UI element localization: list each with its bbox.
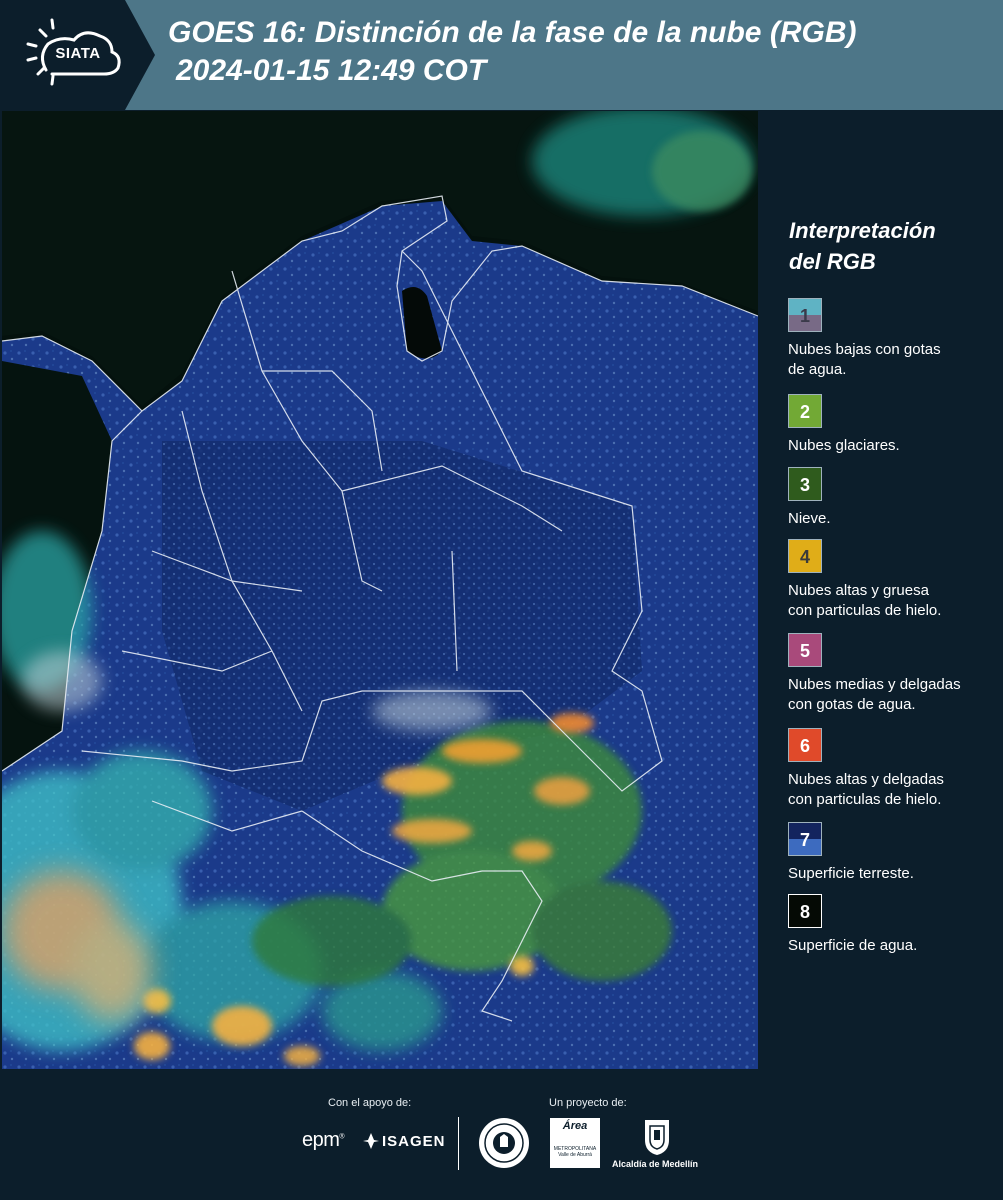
footer-divider — [458, 1117, 459, 1170]
legend-number-5: 5 — [799, 641, 810, 661]
legend-number-4: 4 — [799, 547, 810, 567]
legend-label-1b: de agua. — [788, 361, 847, 378]
legend-title-line2: del RGB — [789, 249, 876, 274]
legend-label-8a: Superficie de agua. — [788, 937, 918, 954]
legend-swatch-7: 7 — [788, 822, 822, 856]
legend-label-2: Nubes glaciares. — [788, 436, 998, 456]
area-metropolitana-logo: Área METROPOLITANA Valle de Aburrá — [550, 1118, 600, 1168]
siata-logo-text: SIATA — [55, 45, 101, 62]
legend-item-4: 4 Nubes altas y gruesa con particulas de… — [788, 539, 998, 621]
medellin-shield-icon — [645, 1120, 669, 1155]
siata-logo: SIATA — [0, 0, 155, 110]
legend-number-8: 8 — [799, 902, 810, 922]
legend-swatch-5: 5 — [788, 633, 822, 667]
footer-sponsors: Con el apoyo de: Un proyecto de: epm® IS… — [0, 1070, 1003, 1200]
legend-item-8: 8 Superficie de agua. — [788, 894, 998, 956]
legend-item-5: 5 Nubes medias y delgadas con gotas de a… — [788, 633, 998, 715]
legend-number-6: 6 — [799, 736, 810, 756]
header-banner: SIATA GOES 16: Distinción de la fase de … — [0, 0, 1003, 110]
legend-number-7: 7 — [799, 830, 810, 850]
legend-label-7: Superficie terreste. — [788, 864, 998, 884]
title-timestamp: 2024-01-15 12:49 COT — [176, 54, 487, 87]
legend-label-5a: Nubes medias y delgadas — [788, 676, 961, 693]
legend-label-4a: Nubes altas y gruesa — [788, 582, 929, 599]
legend-label-2a: Nubes glaciares. — [788, 437, 900, 454]
legend-swatch-3: 3 — [788, 467, 822, 501]
legend-swatch-6: 6 — [788, 728, 822, 762]
legend-label-5: Nubes medias y delgadas con gotas de agu… — [788, 675, 998, 715]
satellite-rgb-map — [2, 111, 758, 1069]
epm-logo: epm® — [302, 1129, 345, 1151]
alcaldia-medellin-logo: Alcaldía de Medellín — [612, 1159, 699, 1169]
legend-label-5b: con gotas de agua. — [788, 696, 916, 713]
legend-panel: Interpretación del RGB 1 Nubes bajas con… — [760, 111, 1003, 1069]
legend-item-2: 2 Nubes glaciares. — [788, 394, 998, 456]
isagen-logo-icon — [363, 1133, 379, 1149]
page-title: GOES 16: Distinción de la fase de la nub… — [168, 14, 856, 90]
legend-label-6a: Nubes altas y delgadas — [788, 771, 944, 788]
legend-label-3a: Nieve. — [788, 510, 831, 527]
legend-swatch-4: 4 — [788, 539, 822, 573]
legend-label-8: Superficie de agua. — [788, 936, 998, 956]
title-product: GOES 16: Distinción de la fase de la nub… — [168, 16, 857, 49]
legend-swatch-1: 1 — [788, 298, 822, 332]
isagen-logo: ISAGEN — [382, 1133, 446, 1150]
university-seal-icon — [479, 1118, 529, 1168]
area-metropolitana-text: Área — [562, 1120, 588, 1132]
legend-title: Interpretación del RGB — [789, 215, 989, 277]
legend-swatch-8: 8 — [788, 894, 822, 928]
epm-logo-text: epm — [302, 1129, 340, 1151]
support-label: Con el apoyo de: — [328, 1097, 412, 1109]
legend-item-1: 1 Nubes bajas con gotas de agua. — [788, 298, 998, 380]
legend-number-3: 3 — [799, 475, 810, 495]
legend-label-6: Nubes altas y delgadas con particulas de… — [788, 770, 998, 810]
legend-item-6: 6 Nubes altas y delgadas con particulas … — [788, 728, 998, 810]
legend-label-1: Nubes bajas con gotas de agua. — [788, 340, 998, 380]
project-label: Un proyecto de: — [549, 1097, 627, 1109]
legend-label-4b: con particulas de hielo. — [788, 602, 942, 619]
legend-swatch-2: 2 — [788, 394, 822, 428]
area-metropolitana-subtext: METROPOLITANA Valle de Aburrá — [553, 1146, 597, 1158]
legend-label-4: Nubes altas y gruesa con particulas de h… — [788, 581, 998, 621]
legend-label-1a: Nubes bajas con gotas — [788, 341, 941, 358]
legend-number-2: 2 — [799, 402, 810, 422]
legend-title-line1: Interpretación — [789, 218, 936, 243]
legend-label-3: Nieve. — [788, 509, 998, 529]
legend-label-7a: Superficie terreste. — [788, 865, 914, 882]
legend-item-3: 3 Nieve. — [788, 467, 998, 529]
legend-number-1: 1 — [799, 306, 810, 326]
legend-item-7: 7 Superficie terreste. — [788, 822, 998, 884]
legend-label-6b: con particulas de hielo. — [788, 791, 942, 808]
